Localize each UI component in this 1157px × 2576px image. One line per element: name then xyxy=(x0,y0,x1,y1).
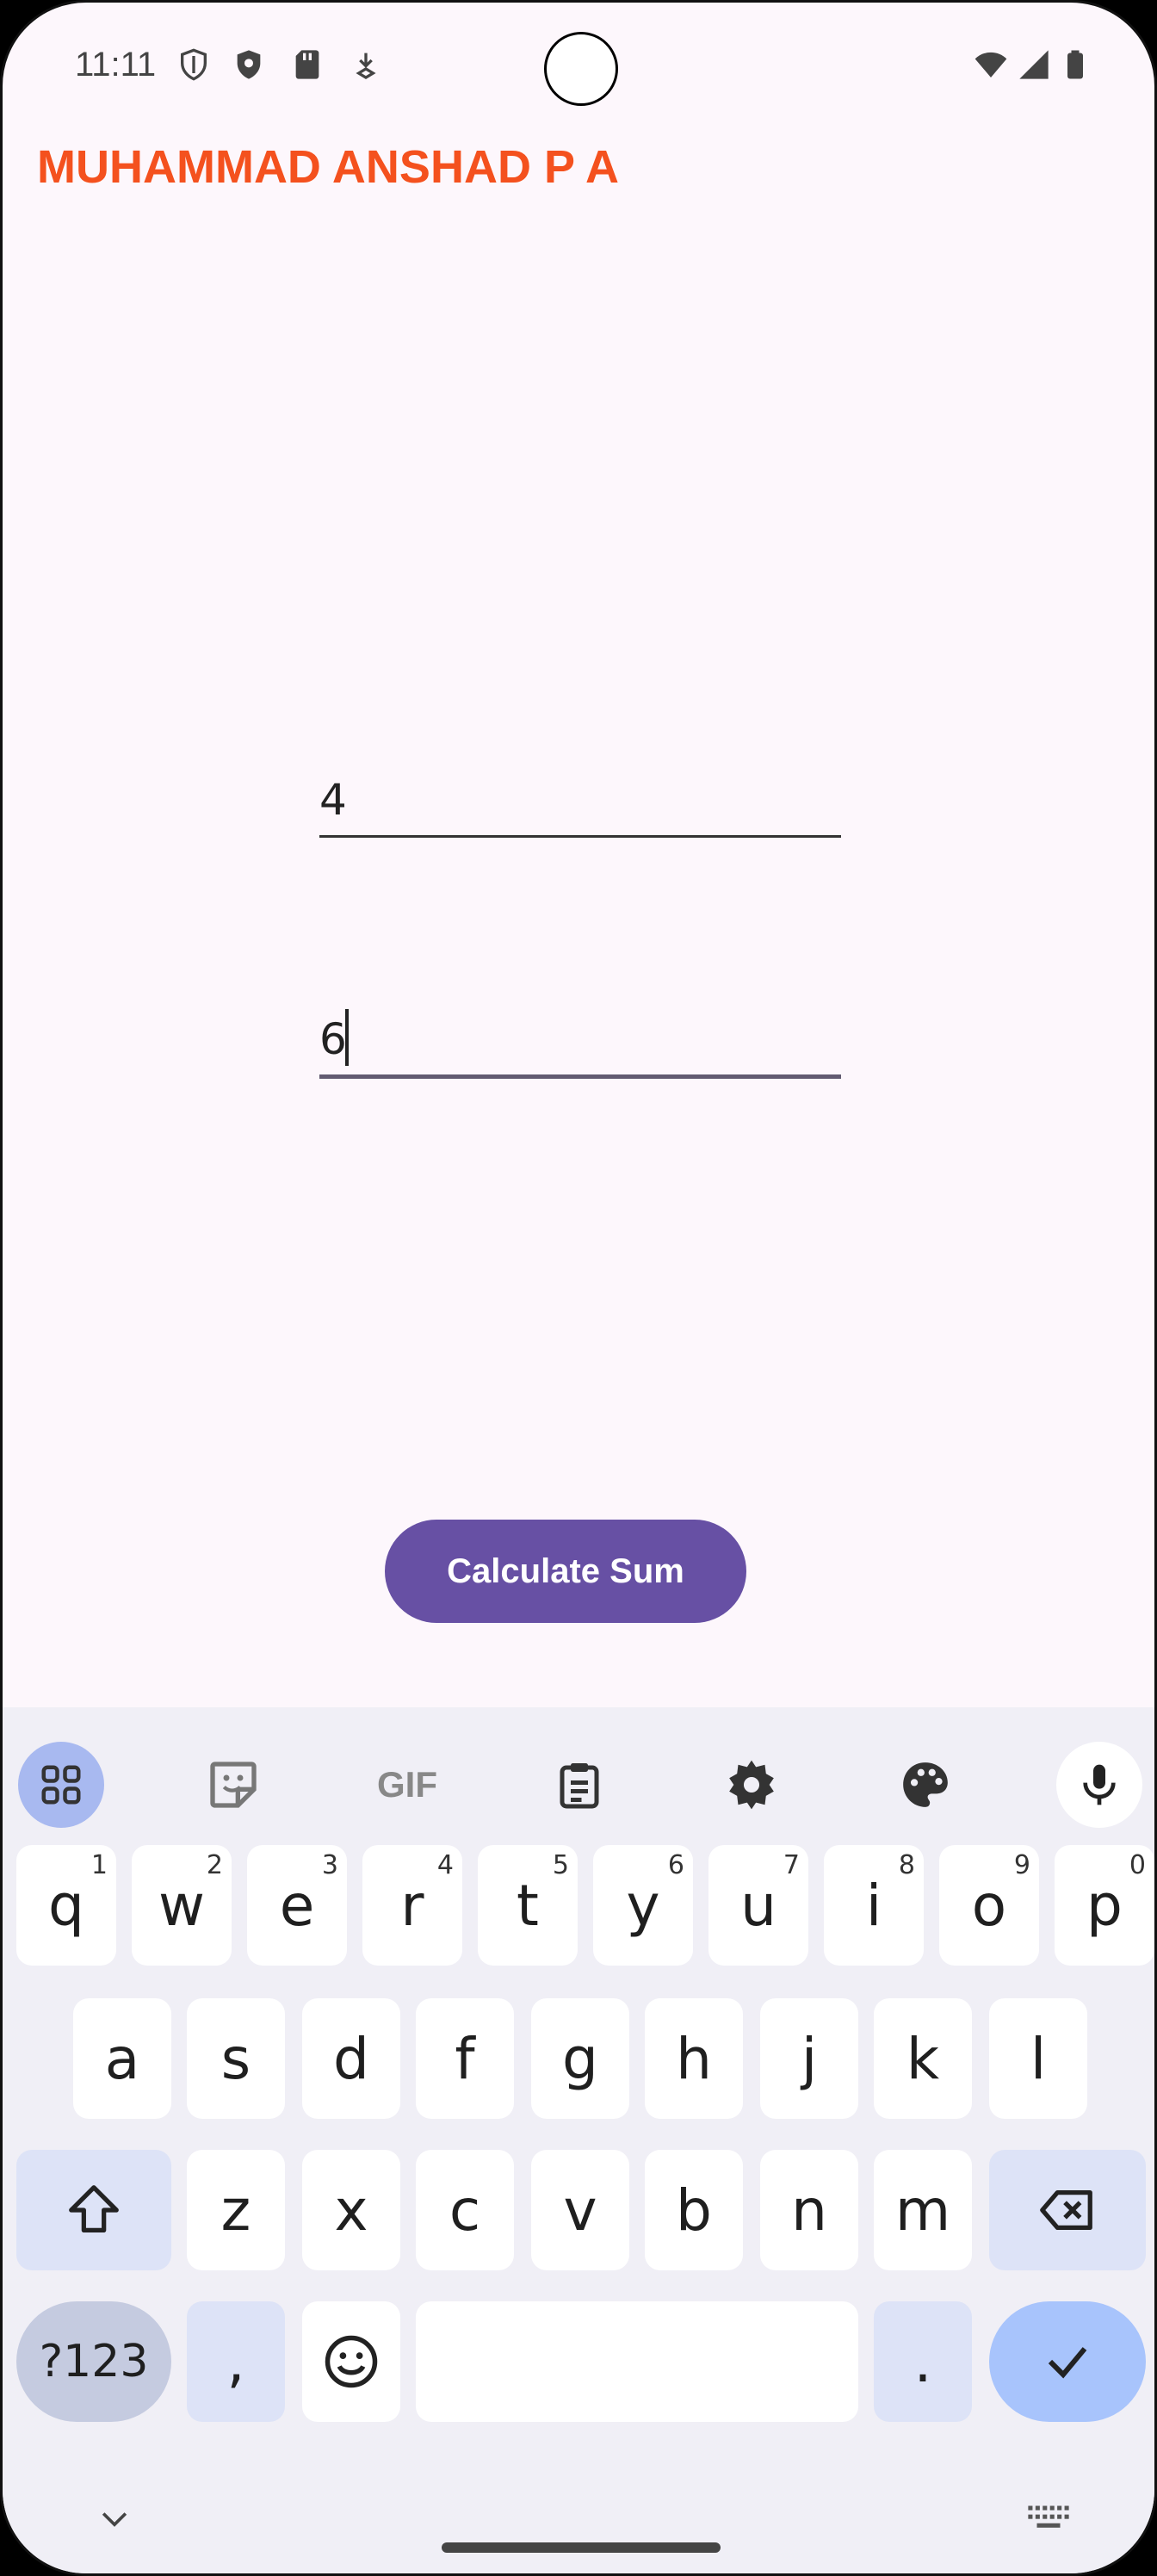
sd-card-icon xyxy=(295,50,319,79)
comma-key[interactable]: , xyxy=(187,2301,285,2422)
signal-icon xyxy=(1019,50,1049,79)
key-hint: 5 xyxy=(552,1850,569,1880)
keyboard xyxy=(3,1707,1154,2573)
key-m[interactable]: m xyxy=(874,2150,972,2270)
chevron-down-icon[interactable] xyxy=(96,2499,133,2537)
key-hint: 6 xyxy=(667,1850,684,1880)
second-number-field[interactable]: 6 xyxy=(319,1009,841,1079)
emoji-key[interactable] xyxy=(302,2301,400,2422)
sticker-icon xyxy=(210,1762,257,1808)
theme-button[interactable] xyxy=(882,1742,968,1828)
key-label: i xyxy=(865,1872,882,1939)
key-x[interactable]: x xyxy=(302,2150,400,2270)
shift-icon xyxy=(69,2185,119,2232)
key-j[interactable]: j xyxy=(760,1998,858,2119)
shield-icon xyxy=(237,50,261,79)
gear-icon xyxy=(729,1760,774,1810)
key-o[interactable]: o9 xyxy=(939,1845,1039,1966)
clipboard-button[interactable] xyxy=(536,1742,622,1828)
key-hint: 9 xyxy=(1013,1850,1030,1880)
status-time: 11:11 xyxy=(75,46,157,84)
gif-button[interactable]: GIF xyxy=(364,1742,450,1828)
key-label: q xyxy=(48,1872,84,1939)
second-number-value: 6 xyxy=(319,1014,347,1064)
key-p[interactable]: p0 xyxy=(1055,1845,1154,1966)
palette-icon xyxy=(903,1762,948,1807)
key-b[interactable]: b xyxy=(645,2150,743,2270)
voice-input-button[interactable] xyxy=(1056,1742,1142,1828)
key-hint: 7 xyxy=(783,1850,800,1880)
key-l[interactable]: l xyxy=(989,1998,1087,2119)
status-bar: 11:11 xyxy=(3,3,1154,132)
wifi-icon xyxy=(974,52,1007,77)
keyboard-apps-button[interactable] xyxy=(18,1742,104,1828)
calculate-sum-button[interactable]: Calculate Sum xyxy=(385,1520,746,1623)
first-number-value: 4 xyxy=(319,775,347,825)
key-label: t xyxy=(517,1872,539,1939)
key-hint: 2 xyxy=(206,1850,223,1880)
key-v[interactable]: v xyxy=(531,2150,629,2270)
home-indicator[interactable] xyxy=(442,2542,721,2553)
key-label: e xyxy=(279,1872,315,1939)
download-icon xyxy=(356,53,376,79)
key-a[interactable]: a xyxy=(73,1998,171,2119)
key-t[interactable]: t5 xyxy=(478,1845,578,1966)
key-label: u xyxy=(740,1872,776,1939)
key-c[interactable]: c xyxy=(416,2150,514,2270)
key-hint: 3 xyxy=(321,1850,338,1880)
shift-key[interactable] xyxy=(16,2150,171,2270)
key-r[interactable]: r4 xyxy=(362,1845,462,1966)
camera-cutout xyxy=(544,32,618,106)
key-u[interactable]: u7 xyxy=(708,1845,808,1966)
key-g[interactable]: g xyxy=(531,1998,629,2119)
checkmark-icon xyxy=(1048,2347,1087,2379)
key-h[interactable]: h xyxy=(645,1998,743,2119)
key-label: w xyxy=(158,1872,205,1939)
key-e[interactable]: e3 xyxy=(247,1845,347,1966)
key-k[interactable]: k xyxy=(874,1998,972,2119)
key-label: y xyxy=(626,1872,660,1939)
battery-icon xyxy=(1067,50,1083,79)
settings-button[interactable] xyxy=(708,1742,795,1828)
key-i[interactable]: i8 xyxy=(824,1845,924,1966)
text-cursor xyxy=(345,1009,349,1066)
key-label: p xyxy=(1086,1872,1123,1939)
key-hint: 0 xyxy=(1129,1850,1146,1880)
key-n[interactable]: n xyxy=(760,2150,858,2270)
grid-icon xyxy=(41,1765,81,1805)
backspace-icon xyxy=(1040,2189,1092,2231)
key-label: o xyxy=(971,1872,1007,1939)
emoji-icon xyxy=(325,2335,378,2388)
keyboard-switch-icon[interactable] xyxy=(1025,2503,1072,2532)
key-w[interactable]: w2 xyxy=(132,1845,232,1966)
key-hint: 8 xyxy=(898,1850,915,1880)
first-number-field[interactable]: 4 xyxy=(319,769,841,838)
key-hint: 1 xyxy=(90,1850,108,1880)
symbols-key[interactable]: ?123 xyxy=(16,2301,171,2422)
period-key[interactable]: . xyxy=(874,2301,972,2422)
microphone-icon xyxy=(1083,1764,1116,1805)
key-d[interactable]: d xyxy=(302,1998,400,2119)
app-title: MUHAMMAD ANSHAD P A xyxy=(37,141,619,193)
shield-outline-icon xyxy=(181,48,207,81)
sticker-button[interactable] xyxy=(190,1742,276,1828)
key-hint: 4 xyxy=(436,1850,454,1880)
key-q[interactable]: q1 xyxy=(16,1845,116,1966)
phone-screen: 11:11 MUHAMMAD ANSHAD P A 4 6 Calculate … xyxy=(0,0,1157,2576)
key-label: r xyxy=(400,1872,424,1939)
key-y[interactable]: y6 xyxy=(593,1845,693,1966)
space-key[interactable] xyxy=(416,2301,858,2422)
clipboard-icon xyxy=(560,1763,599,1809)
key-s[interactable]: s xyxy=(187,1998,285,2119)
key-z[interactable]: z xyxy=(187,2150,285,2270)
key-f[interactable]: f xyxy=(416,1998,514,2119)
enter-key[interactable] xyxy=(989,2301,1146,2422)
backspace-key[interactable] xyxy=(989,2150,1146,2270)
